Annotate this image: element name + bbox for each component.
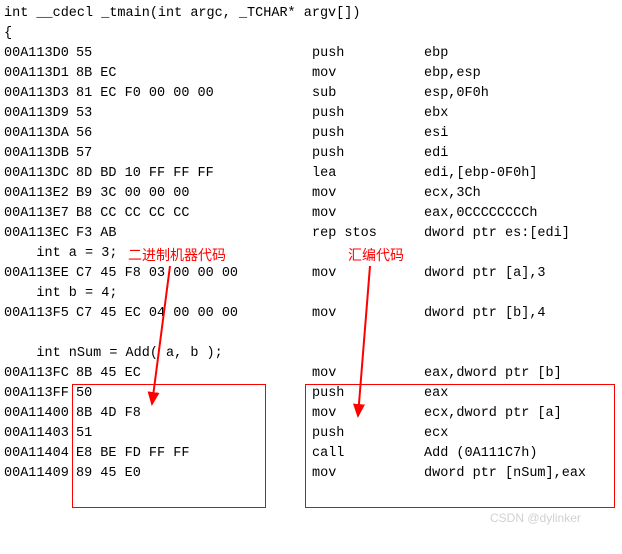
disasm-row: 00A113ECF3 ABrep stosdword ptr es:[edi] <box>4 224 618 244</box>
bytes: 55 <box>76 44 312 64</box>
disasm-row: 00A1140989 45 E0movdword ptr [nSum],eax <box>4 464 618 484</box>
disasm-row: 00A113DC8D BD 10 FF FF FFleaedi,[ebp-0F0… <box>4 164 618 184</box>
watermark: CSDN @dylinker <box>490 508 581 528</box>
disasm-row: 00A113D18B ECmovebp,esp <box>4 64 618 84</box>
disasm-row: 00A113FF50pusheax <box>4 384 618 404</box>
disasm-row: 00A113EEC7 45 F8 03 00 00 00movdword ptr… <box>4 264 618 284</box>
disasm-row: 00A113D381 EC F0 00 00 00subesp,0F0h <box>4 84 618 104</box>
disasm-row: 00A113FC8B 45 ECmoveax,dword ptr [b] <box>4 364 618 384</box>
source-line: int __cdecl _tmain(int argc, _TCHAR* arg… <box>4 4 618 24</box>
operands: ebp <box>424 44 448 64</box>
blank-line <box>4 324 618 344</box>
source-line: int nSum = Add( a, b ); <box>4 344 618 364</box>
annotation-asm-code: 汇编代码 <box>348 245 404 265</box>
disasm-row: 00A1140351pushecx <box>4 424 618 444</box>
source-line: int a = 3; <box>4 244 618 264</box>
disasm-row: 00A113DB57pushedi <box>4 144 618 164</box>
disasm-row: 00A11404E8 BE FD FF FFcallAdd (0A111C7h) <box>4 444 618 464</box>
annotation-machine-code: 二进制机器代码 <box>128 245 226 265</box>
disasm-row: 00A113F5C7 45 EC 04 00 00 00movdword ptr… <box>4 304 618 324</box>
addr: 00A113D0 <box>4 44 76 64</box>
mnemonic: push <box>312 44 424 64</box>
disasm-row: 00A113DA56pushesi <box>4 124 618 144</box>
disasm-row: 00A113E2B9 3C 00 00 00movecx,3Ch <box>4 184 618 204</box>
source-line: int b = 4; <box>4 284 618 304</box>
source-line: { <box>4 24 618 44</box>
disasm-row: 00A113E7B8 CC CC CC CCmoveax,0CCCCCCCCh <box>4 204 618 224</box>
disasm-row: 00A113D953pushebx <box>4 104 618 124</box>
disasm-row: 00A114008B 4D F8movecx,dword ptr [a] <box>4 404 618 424</box>
disasm-row: 00A113D055pushebp <box>4 44 618 64</box>
